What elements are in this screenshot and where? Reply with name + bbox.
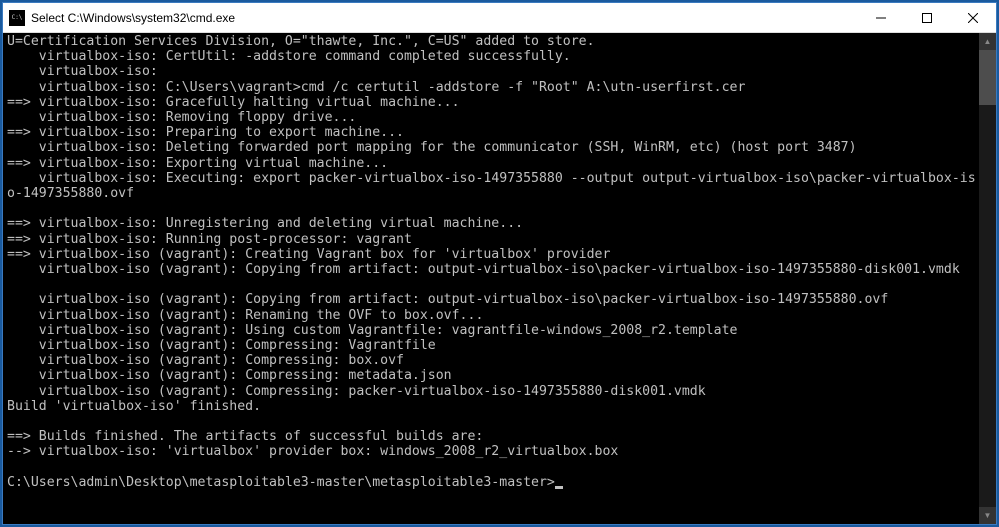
- cmd-icon: C:\: [9, 10, 25, 26]
- scroll-down-button[interactable]: ▼: [979, 507, 996, 524]
- scroll-up-button[interactable]: ▲: [979, 33, 996, 50]
- window-title: Select C:\Windows\system32\cmd.exe: [31, 11, 858, 25]
- scrollbar[interactable]: ▲ ▼: [979, 33, 996, 524]
- titlebar[interactable]: C:\ Select C:\Windows\system32\cmd.exe: [3, 3, 996, 33]
- terminal-output[interactable]: U=Certification Services Division, O="th…: [3, 33, 979, 524]
- terminal-area: U=Certification Services Division, O="th…: [3, 33, 996, 524]
- minimize-button[interactable]: [858, 3, 904, 32]
- close-button[interactable]: [950, 3, 996, 32]
- cursor: [555, 486, 563, 489]
- maximize-button[interactable]: [904, 3, 950, 32]
- scroll-thumb[interactable]: [979, 50, 996, 105]
- cmd-window: C:\ Select C:\Windows\system32\cmd.exe U…: [2, 2, 997, 525]
- window-controls: [858, 3, 996, 32]
